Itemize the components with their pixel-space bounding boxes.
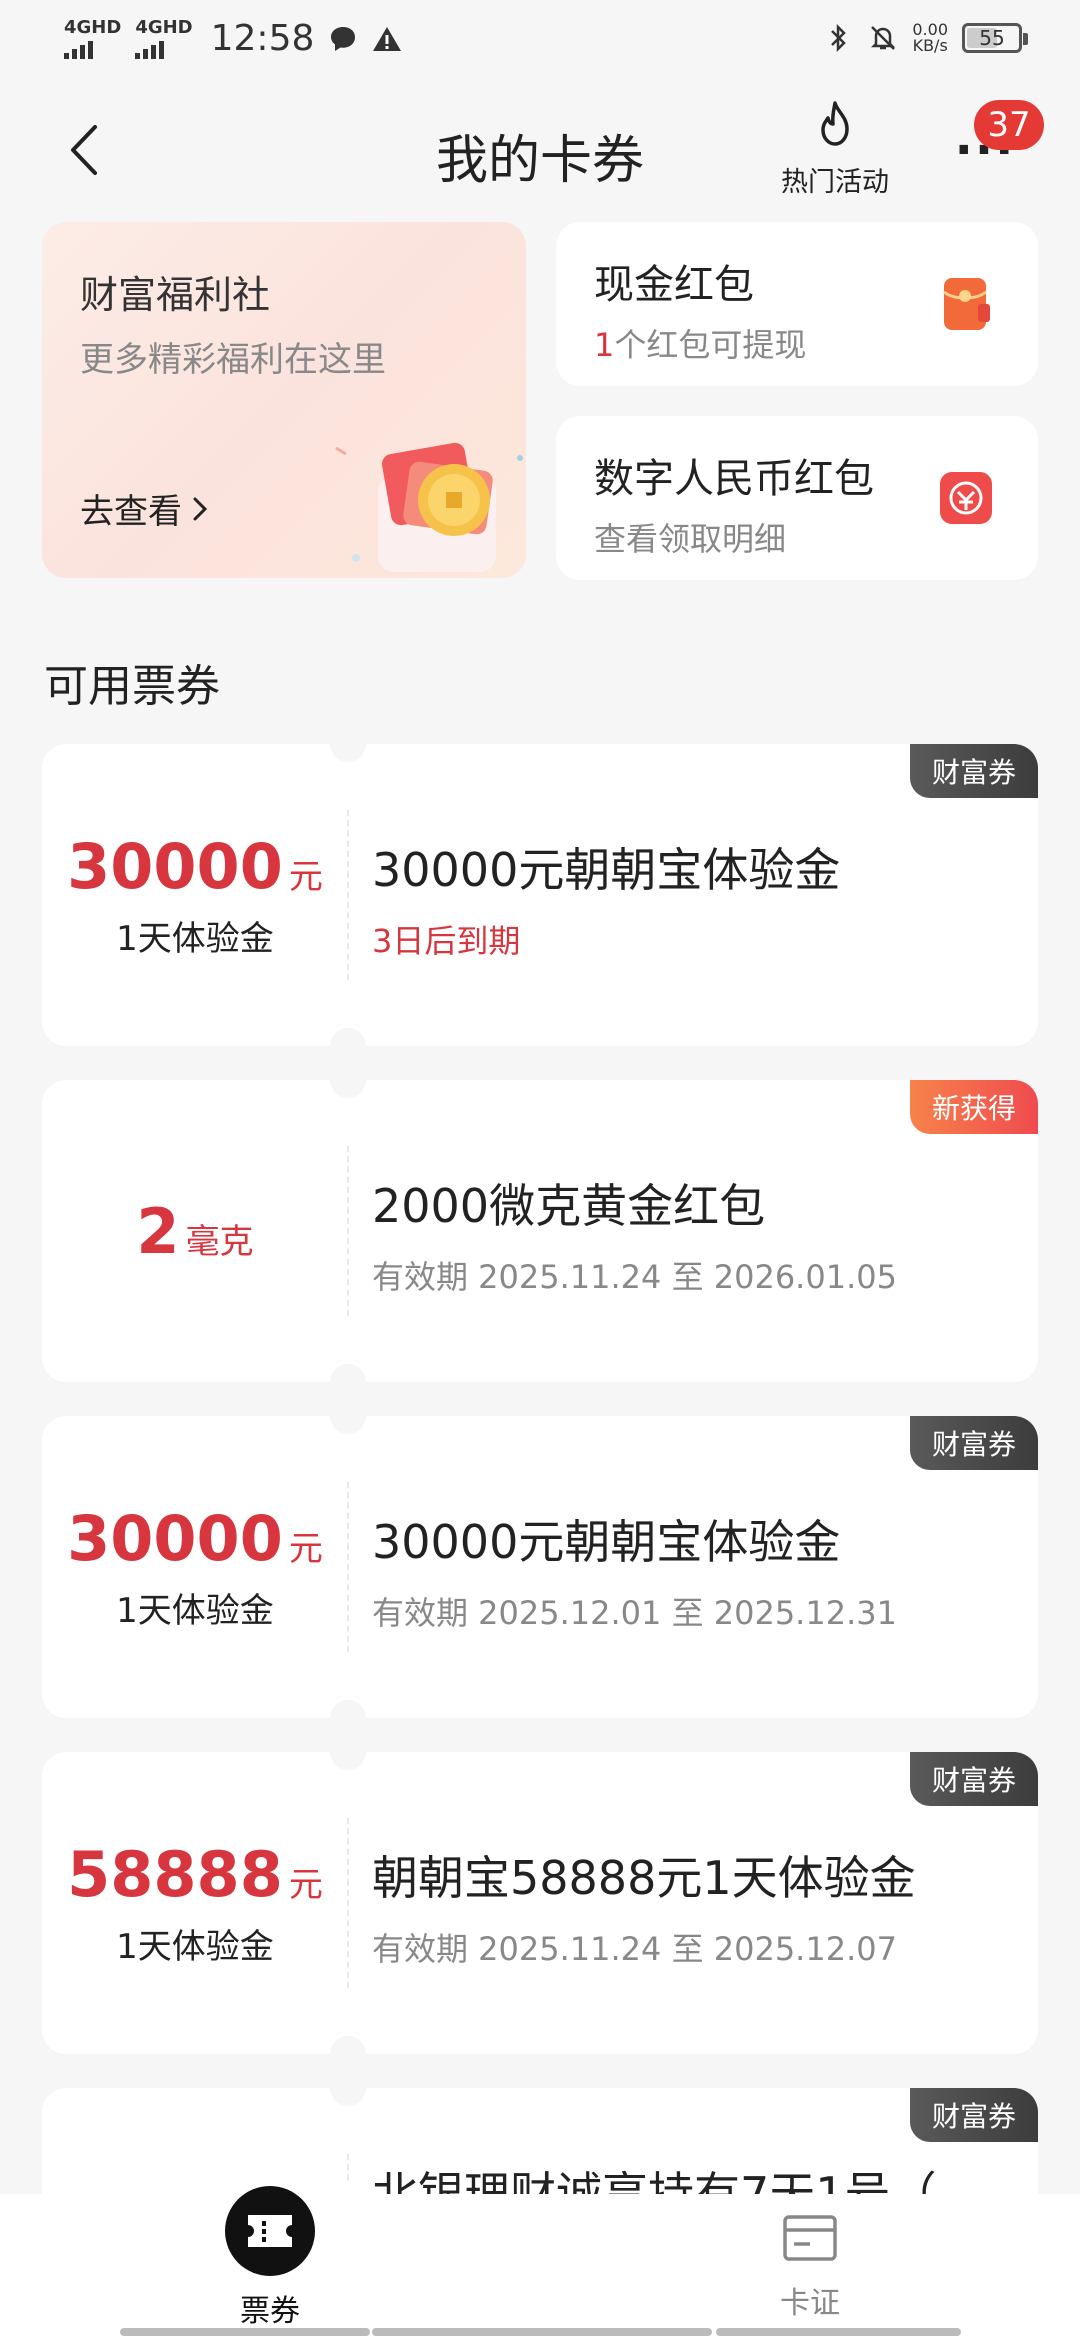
coupon-tag: 财富券: [909, 2088, 1038, 2142]
mute-icon: [868, 23, 898, 53]
sim1-signal: 4GHD: [64, 16, 122, 59]
coupon-amount-unit: 毫克: [185, 1221, 254, 1262]
coupon-amount-value: 2: [136, 1194, 180, 1268]
coupon-card[interactable]: 30000 元 1天体验金 30000元朝朝宝体验金 3日后到期 财富券: [42, 744, 1038, 1046]
hot-activity-button[interactable]: 热门活动: [770, 100, 900, 199]
digital-rmb-packet-card[interactable]: 数字人民币红包 查看领取明细: [556, 416, 1038, 580]
net-speed: 0.00 KB/s: [912, 22, 948, 54]
sim1-label: 4GHD: [64, 16, 122, 38]
signal-bars-icon: [135, 39, 165, 59]
sim2-signal: 4GHD: [135, 16, 193, 59]
welfare-subtitle: 更多精彩福利在这里: [80, 340, 386, 380]
coupon-title: 2000微克黄金红包: [372, 1179, 766, 1233]
coupon-amount-value: 58888: [67, 1838, 283, 1911]
welfare-title: 财富福利社: [80, 273, 271, 317]
status-bar-left: 4GHD 4GHD 12:58: [64, 18, 402, 59]
status-time: 12:58: [210, 18, 315, 59]
net-speed-unit: KB/s: [912, 36, 948, 55]
coupon-amount-value: 30000: [67, 1502, 283, 1575]
welfare-view-link[interactable]: 去查看: [80, 484, 208, 533]
nav-tab-cards[interactable]: 卡证: [660, 2194, 960, 2340]
coupon-amount-unit: 元: [288, 1529, 323, 1569]
coupon-tag-new: 新获得: [909, 1080, 1038, 1134]
coupon-amount-desc: 1天体验金: [116, 1591, 274, 1631]
coupon-amount: 30000 元: [67, 1502, 323, 1575]
wealth-welfare-card[interactable]: 财富福利社 更多精彩福利在这里 去查看: [42, 222, 526, 578]
cash-packet-subtitle: 1个红包可提现: [594, 320, 806, 366]
coupon-amount-area: 30000 元 1天体验金: [42, 744, 348, 1046]
battery-icon: 55: [962, 23, 1028, 53]
bottom-navigation: 票券 卡证: [0, 2164, 1080, 2340]
coupon-amount-area: 30000 元 1天体验金: [42, 1416, 348, 1718]
coupon-validity: 有效期 2025.11.24 至 2026.01.05: [372, 1258, 897, 1296]
status-bar: 4GHD 4GHD 12:58 0.00 KB/s 55: [0, 0, 1080, 80]
coupon-card[interactable]: 58888 元 1天体验金 朝朝宝58888元1天体验金 有效期 2025.11…: [42, 1752, 1038, 2054]
digital-rmb-title: 数字人民币红包: [594, 456, 874, 502]
coupon-tag: 财富券: [909, 744, 1038, 798]
welfare-link-label: 去查看: [80, 492, 182, 532]
coupon-amount-desc: 1天体验金: [116, 1927, 274, 1967]
coupon-tag: 财富券: [909, 1416, 1038, 1470]
cash-packet-title: 现金红包: [594, 262, 754, 308]
coupon-title: 30000元朝朝宝体验金: [372, 843, 841, 897]
chevron-right-icon: [193, 497, 208, 520]
coupon-tag: 财富券: [909, 1752, 1038, 1806]
coupon-card[interactable]: 30000 元 1天体验金 30000元朝朝宝体验金 有效期 2025.12.0…: [42, 1416, 1038, 1718]
warning-icon: [372, 24, 402, 54]
coupon-amount: 30000 元: [67, 830, 323, 903]
nav-label-cards: 卡证: [780, 2286, 840, 2321]
nav-label-coupons: 票券: [240, 2294, 300, 2329]
cash-packet-subtitle-text: 个红包可提现: [614, 326, 807, 364]
ticket-icon: [225, 2186, 315, 2276]
cash-packet-count: 1: [594, 326, 615, 364]
cash-red-packet-card[interactable]: 现金红包 1个红包可提现: [556, 222, 1038, 386]
coupon-amount: 58888 元: [67, 1838, 323, 1911]
page-title: 我的卡券: [435, 131, 644, 191]
nav-tab-coupons[interactable]: 票券: [120, 2186, 420, 2340]
coupon-amount-area: 58888 元 1天体验金: [42, 1752, 348, 2054]
coupon-title: 30000元朝朝宝体验金: [372, 1515, 841, 1569]
bluetooth-icon: [824, 23, 854, 53]
flame-icon: [821, 101, 849, 146]
header: 我的卡券 热门活动 ··· 37: [0, 80, 1080, 220]
coupon-validity: 有效期 2025.11.24 至 2025.12.07: [372, 1930, 897, 1968]
sim2-label: 4GHD: [135, 16, 193, 38]
hot-activity-label: 热门活动: [781, 167, 889, 198]
digital-rmb-subtitle: 查看领取明细: [594, 520, 787, 558]
red-envelope-icon: [943, 278, 990, 330]
notification-badge: 37: [974, 100, 1044, 150]
coupon-validity: 有效期 2025.12.01 至 2025.12.31: [372, 1594, 897, 1632]
card-icon: [780, 2208, 840, 2268]
digital-rmb-icon: [940, 472, 992, 524]
coupon-title: 朝朝宝58888元1天体验金: [372, 1851, 916, 1905]
coupon-amount-unit: 元: [288, 857, 323, 897]
coupon-expiry: 3日后到期: [372, 922, 521, 960]
coupon-amount-area: 2 毫克: [42, 1080, 348, 1382]
home-indicator: [716, 2328, 961, 2336]
section-title-available: 可用票券: [44, 661, 220, 712]
status-bar-right: 0.00 KB/s 55: [824, 22, 1028, 54]
home-indicator: [372, 2328, 712, 2336]
coupon-amount: 2 毫克: [136, 1195, 253, 1268]
gift-coin-illustration: [335, 442, 523, 572]
battery-level: 55: [979, 26, 1005, 50]
message-icon: [328, 24, 358, 54]
coupon-amount-desc: 1天体验金: [116, 919, 274, 959]
coupon-amount-unit: 元: [288, 1865, 323, 1905]
signal-bars-icon: [64, 39, 93, 59]
coupon-amount-value: 30000: [67, 830, 283, 903]
coupon-card[interactable]: 2 毫克 2000微克黄金红包 有效期 2025.11.24 至 2026.01…: [42, 1080, 1038, 1382]
